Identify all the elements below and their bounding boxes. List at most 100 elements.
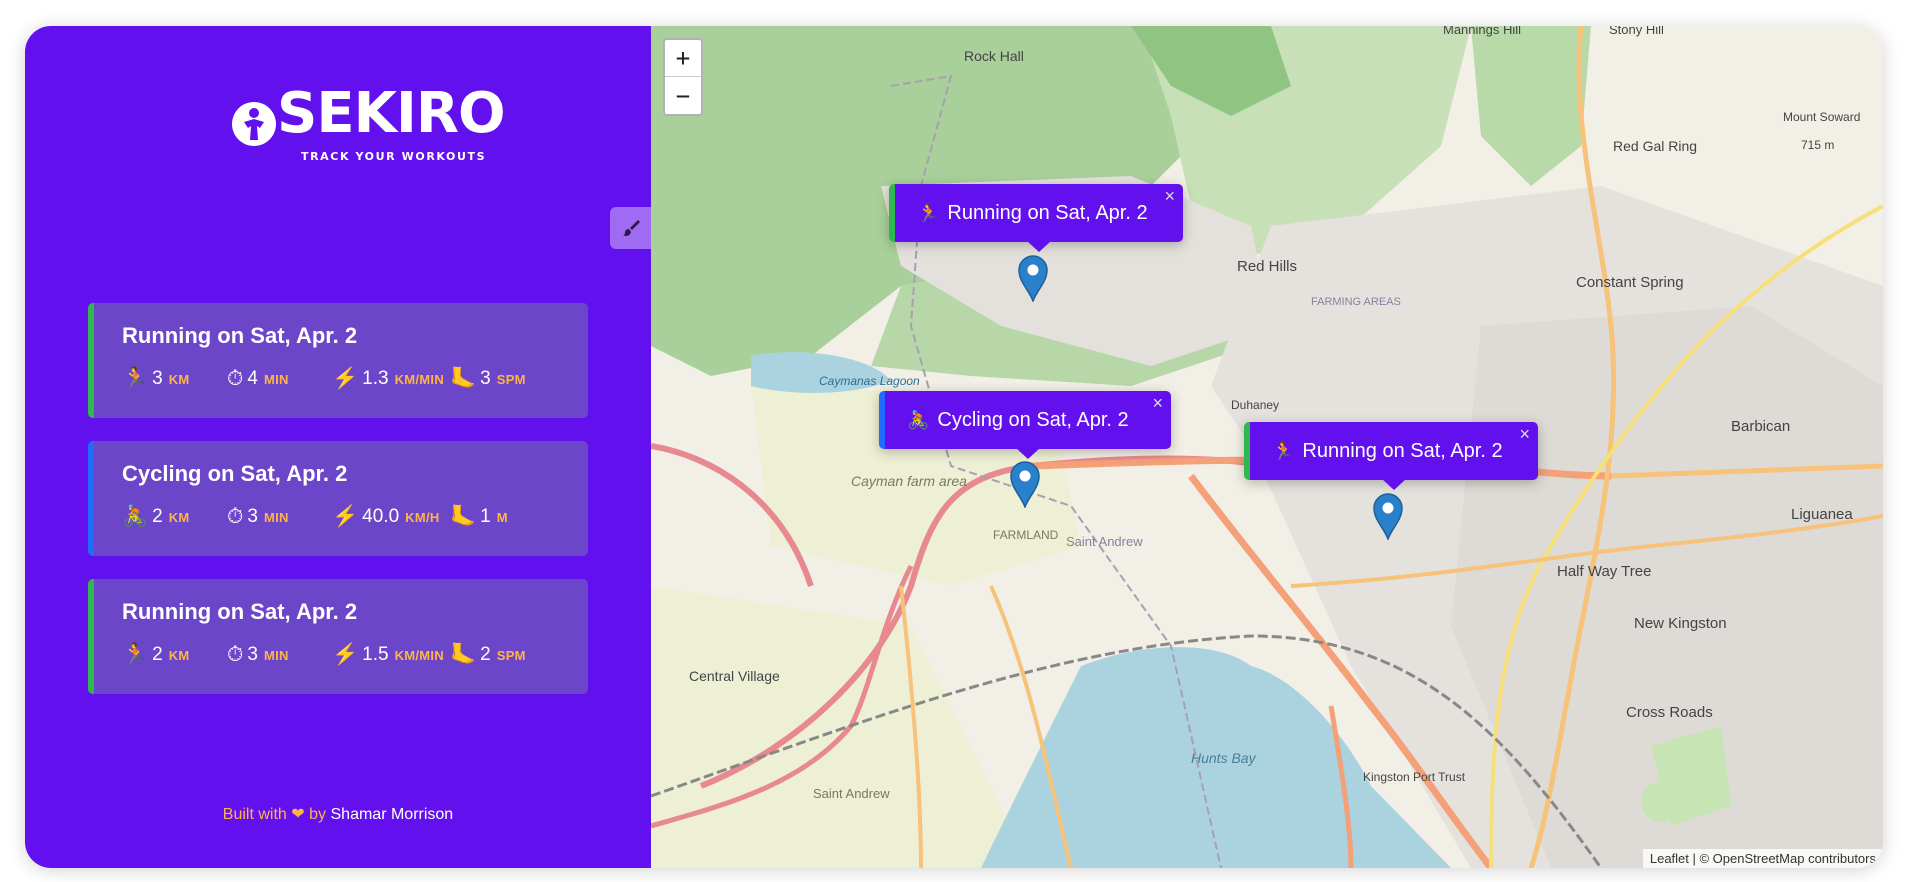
map-label: Red Gal Ring <box>1613 138 1698 154</box>
workout-stats: 🏃 2 KM ⏱ 3 MIN ⚡ 1.5 KM/MIN 🦶 2 SPM <box>122 643 555 667</box>
zoom-out-button[interactable]: − <box>665 77 701 114</box>
stat-unit: KM <box>168 371 190 387</box>
runner-icon: 🏃 <box>122 643 149 666</box>
lightning-icon: ⚡ <box>332 367 359 390</box>
map-label: Saint Andrew <box>813 786 890 801</box>
duration-stat: ⏱ 3 MIN <box>227 505 332 529</box>
map-marker-icon[interactable] <box>1372 492 1404 540</box>
map-label: Kingston Port Trust <box>1363 770 1466 784</box>
workout-popup[interactable]: 🚴 Cycling on Sat, Apr. 2 × <box>879 391 1171 459</box>
map-label: Red Hills <box>1237 258 1298 275</box>
map-label: FARMLAND <box>993 528 1059 542</box>
distance-stat: 🚴 2 KM <box>122 505 227 529</box>
map-label: Duhaney <box>1231 398 1280 412</box>
stat-value: 3 <box>247 644 258 665</box>
workout-popup[interactable]: 🏃 Running on Sat, Apr. 2 × <box>889 184 1183 252</box>
stat-value: 3 <box>152 368 163 389</box>
cyclist-icon: 🚴 <box>907 409 930 430</box>
map-label: Cayman farm area <box>851 473 967 489</box>
cyclist-icon: 🚴 <box>122 505 149 528</box>
workout-stats: 🏃 3 KM ⏱ 4 MIN ⚡ 1.3 KM/MIN 🦶 3 SPM <box>122 367 555 391</box>
stat-value: 3 <box>480 368 491 389</box>
stat-value: 1 <box>480 506 491 527</box>
close-icon[interactable]: × <box>1164 186 1175 207</box>
workout-card[interactable]: Cycling on Sat, Apr. 2 🚴 2 KM ⏱ 3 MIN ⚡ 40.0 K… <box>88 441 588 556</box>
pace-stat: ⚡ 1.3 KM/MIN <box>332 367 450 391</box>
duration-stat: ⏱ 4 MIN <box>227 367 332 391</box>
map-label: Central Village <box>689 668 780 684</box>
workout-card[interactable]: Running on Sat, Apr. 2 🏃 2 KM ⏱ 3 MIN ⚡ 1.5 KM… <box>88 579 588 694</box>
map-label: Hunts Bay <box>1191 750 1256 766</box>
map-label: Half Way Tree <box>1557 563 1652 580</box>
map-label: Rock Hall <box>964 48 1024 64</box>
stat-value: 1.5 <box>362 644 389 665</box>
stopwatch-icon: ⏱ <box>227 367 244 390</box>
app-window: SEKIRO TRACK YOUR WORKOUTS Running on Sa… <box>25 26 1883 868</box>
stat-value: 4 <box>247 368 258 389</box>
paintbrush-icon <box>623 220 640 236</box>
stat-unit: SPM <box>496 371 526 387</box>
map-marker-icon[interactable] <box>1009 460 1041 508</box>
stat-unit: KM <box>168 647 190 663</box>
stat-unit: SPM <box>496 647 526 663</box>
map[interactable]: + − Rock Hall Mannings Hill Stony Hill R… <box>651 26 1883 868</box>
stat-unit: MIN <box>263 647 289 663</box>
map-label: Constant Spring <box>1576 274 1684 291</box>
map-label: Mount Soward <box>1783 110 1861 124</box>
close-icon[interactable]: × <box>1519 424 1530 445</box>
brand-tagline: TRACK YOUR WORKOUTS <box>301 150 487 163</box>
stat-value: 2 <box>480 644 491 665</box>
stat-unit: MIN <box>263 509 289 525</box>
map-label: New Kingston <box>1634 615 1727 632</box>
runner-icon: 🏃 <box>917 202 940 223</box>
foot-icon: 🦶 <box>450 367 477 390</box>
map-marker-icon[interactable] <box>1017 254 1049 302</box>
zoom-control: + − <box>663 38 703 116</box>
workout-title: Cycling on Sat, Apr. 2 <box>122 461 348 486</box>
map-label: Saint Andrew <box>1066 534 1143 549</box>
workout-list: Running on Sat, Apr. 2 🏃 3 KM ⏱ 4 MIN ⚡ 1.3 KM… <box>88 303 588 717</box>
popup-label: Cycling on Sat, Apr. 2 <box>937 408 1129 431</box>
runner-icon: 🏃 <box>122 367 149 390</box>
speed-stat: ⚡ 40.0 KM/H <box>332 505 450 529</box>
stat-value: 1.3 <box>362 368 389 389</box>
lightning-icon: ⚡ <box>332 643 359 666</box>
map-label: FARMING AREAS <box>1311 296 1401 308</box>
stat-unit: KM/MIN <box>394 647 445 663</box>
map-attribution[interactable]: Leaflet | © OpenStreetMap contributors <box>1642 849 1883 868</box>
distance-stat: 🏃 3 KM <box>122 367 227 391</box>
cadence-stat: 🦶 2 SPM <box>450 643 555 667</box>
author-link[interactable]: Shamar Morrison <box>331 806 454 823</box>
stat-unit: MIN <box>263 371 289 387</box>
heart-icon: ❤ <box>291 806 305 823</box>
foot-icon: 🦶 <box>450 643 477 666</box>
stat-value: 2 <box>152 506 163 527</box>
stat-unit: M <box>496 509 508 525</box>
workout-card[interactable]: Running on Sat, Apr. 2 🏃 3 KM ⏱ 4 MIN ⚡ 1.3 KM… <box>88 303 588 418</box>
sidebar: SEKIRO TRACK YOUR WORKOUTS Running on Sa… <box>25 26 652 868</box>
popup-label: Running on Sat, Apr. 2 <box>947 201 1148 224</box>
stat-unit: KM/H <box>405 509 440 525</box>
lightning-icon: ⚡ <box>332 505 359 528</box>
stat-unit: KM <box>168 509 190 525</box>
duration-stat: ⏱ 3 MIN <box>227 643 332 667</box>
zoom-in-button[interactable]: + <box>665 40 701 77</box>
foot-icon: 🦶 <box>450 505 477 528</box>
runner-icon: 🏃 <box>1272 440 1295 461</box>
stat-unit: KM/MIN <box>394 371 445 387</box>
logo-icon <box>232 102 276 146</box>
pace-stat: ⚡ 1.5 KM/MIN <box>332 643 450 667</box>
map-label: Caymanas Lagoon <box>819 374 920 388</box>
stopwatch-icon: ⏱ <box>227 643 244 666</box>
map-label: Cross Roads <box>1626 704 1713 721</box>
footer-by: by <box>309 806 327 823</box>
workout-popup[interactable]: 🏃 Running on Sat, Apr. 2 × <box>1244 422 1538 490</box>
cadence-stat: 🦶 3 SPM <box>450 367 555 391</box>
footer-credit: Built with ❤ by Shamar Morrison <box>25 804 651 824</box>
theme-brush-button[interactable] <box>610 207 652 249</box>
close-icon[interactable]: × <box>1152 393 1163 414</box>
map-label: 715 m <box>1801 138 1835 152</box>
elevation-stat: 🦶 1 M <box>450 505 555 529</box>
stat-value: 3 <box>247 506 258 527</box>
popup-label: Running on Sat, Apr. 2 <box>1302 439 1503 462</box>
